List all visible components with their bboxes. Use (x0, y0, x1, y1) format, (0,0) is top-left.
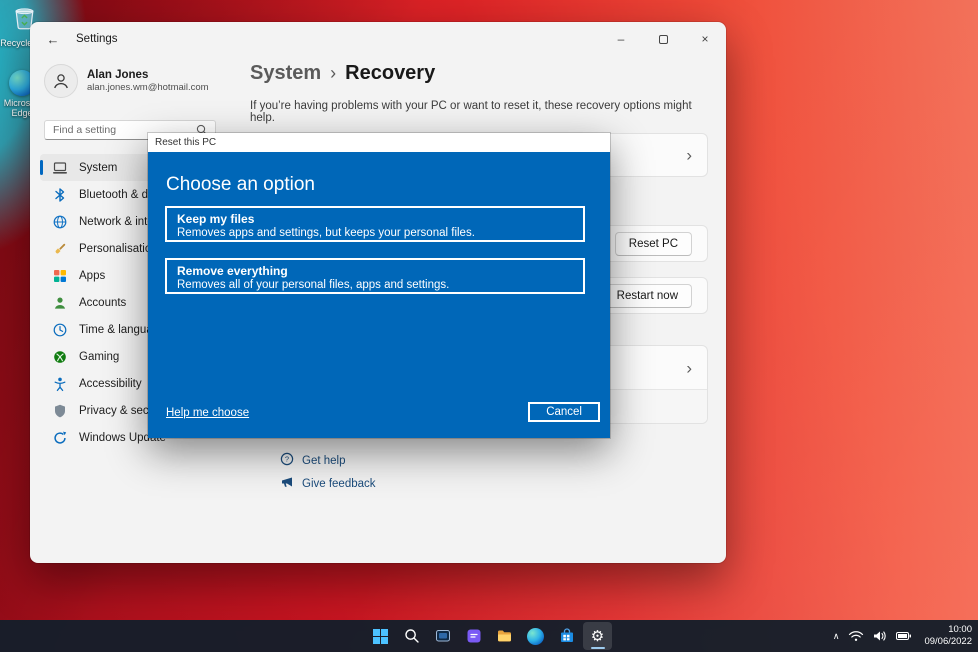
feedback-megaphone-icon (280, 475, 294, 492)
minimize-button[interactable]: – (600, 22, 642, 56)
edge-icon (527, 628, 544, 645)
chat-button[interactable] (459, 622, 488, 650)
option-keep-my-files[interactable]: Keep my files Removes apps and settings,… (165, 206, 585, 242)
folder-icon (496, 628, 513, 644)
reset-pc-button[interactable]: Reset PC (615, 232, 692, 256)
breadcrumb: System › Recovery (250, 62, 435, 85)
accessibility-person-icon (52, 376, 68, 392)
tray-time: 10:00 (924, 624, 972, 636)
chevron-up-icon: › (686, 359, 692, 376)
store-button[interactable] (552, 622, 581, 650)
system-icon (52, 160, 68, 176)
avatar (44, 64, 78, 98)
page-description: If you’re having problems with your PC o… (250, 100, 700, 124)
hidden-icons-button[interactable]: ∧ (833, 631, 840, 642)
option-remove-everything[interactable]: Remove everything Removes all of your pe… (165, 258, 585, 294)
person-icon (51, 71, 71, 91)
cancel-button[interactable]: Cancel (528, 402, 600, 422)
battery-button[interactable] (896, 630, 912, 642)
apps-grid-icon (52, 268, 68, 284)
sidebar-item-label: Gaming (79, 351, 119, 363)
speaker-icon (873, 630, 887, 642)
minimize-icon: – (618, 32, 625, 46)
account-profile[interactable]: Alan Jones alan.jones.wm@hotmail.com (44, 64, 209, 98)
profile-name: Alan Jones (87, 69, 209, 81)
page-title: Recovery (345, 62, 435, 85)
sidebar-item-label: Accounts (79, 297, 126, 309)
gear-icon: ⚙ (591, 629, 604, 644)
task-view-icon (435, 628, 451, 644)
globe-icon (52, 214, 68, 230)
selected-accent-bar (40, 160, 43, 175)
update-refresh-icon (52, 430, 68, 446)
get-help-link[interactable]: ? Get help (280, 452, 345, 469)
close-button[interactable]: × (684, 22, 726, 56)
window-title: Settings (76, 33, 118, 45)
accounts-person-icon (52, 295, 68, 311)
back-arrow-icon: ← (47, 32, 60, 47)
start-button[interactable] (366, 622, 395, 650)
chevron-right-icon: › (686, 147, 692, 164)
window-titlebar: ← Settings – × (30, 22, 726, 56)
dialog-titlebar: Reset this PC (148, 133, 610, 152)
back-button[interactable]: ← (36, 25, 70, 53)
dialog-body: Choose an option Keep my files Removes a… (148, 152, 610, 438)
option-description: Removes all of your personal files, apps… (177, 279, 573, 293)
option-description: Removes apps and settings, but keeps you… (177, 227, 573, 241)
maximize-icon (659, 35, 668, 44)
sidebar-item-label: Accessibility (79, 378, 142, 390)
give-feedback-label: Give feedback (302, 478, 376, 490)
taskbar-search-button[interactable] (397, 622, 426, 650)
get-help-label: Get help (302, 455, 345, 467)
paintbrush-icon (52, 241, 68, 257)
store-icon (559, 628, 575, 644)
give-feedback-link[interactable]: Give feedback (280, 475, 376, 492)
breadcrumb-system[interactable]: System (250, 62, 321, 85)
volume-button[interactable] (873, 630, 887, 642)
edge-button[interactable] (521, 622, 550, 650)
xbox-icon (52, 349, 68, 365)
restart-now-button[interactable]: Restart now (603, 284, 692, 308)
help-question-icon: ? (280, 452, 294, 469)
wifi-icon (848, 630, 864, 642)
svg-text:?: ? (285, 455, 289, 464)
close-icon: × (701, 32, 708, 46)
desktop-wallpaper: Recycle Bin Microsoft Edge ← Settings – … (0, 0, 978, 652)
wifi-button[interactable] (848, 630, 864, 642)
breadcrumb-chevron-icon: › (330, 63, 336, 84)
dialog-title: Reset this PC (155, 137, 216, 148)
sidebar-item-label: Apps (79, 270, 105, 282)
tray-date: 09/06/2022 (924, 636, 972, 648)
taskbar: ⚙ ∧ 10:00 09/06/2022 (0, 620, 978, 652)
search-icon (404, 628, 420, 644)
maximize-button[interactable] (642, 22, 684, 56)
sidebar-item-label: Personalisation (79, 243, 158, 255)
settings-taskbar-button[interactable]: ⚙ (583, 622, 612, 650)
battery-icon (896, 630, 912, 642)
chat-icon (466, 628, 482, 644)
bluetooth-icon (52, 187, 68, 203)
file-explorer-button[interactable] (490, 622, 519, 650)
chevron-up-icon: ∧ (833, 631, 840, 642)
task-view-button[interactable] (428, 622, 457, 650)
clock[interactable]: 10:00 09/06/2022 (924, 624, 972, 649)
windows-logo-icon (372, 628, 389, 645)
clock-icon (52, 322, 68, 338)
option-title: Remove everything (177, 264, 573, 278)
option-title: Keep my files (177, 212, 573, 226)
reset-this-pc-dialog: Reset this PC Choose an option Keep my f… (148, 133, 610, 438)
sidebar-item-label: System (79, 162, 117, 174)
shield-icon (52, 403, 68, 419)
profile-email: alan.jones.wm@hotmail.com (87, 82, 209, 93)
help-me-choose-link[interactable]: Help me choose (166, 407, 249, 419)
dialog-heading: Choose an option (166, 174, 315, 196)
